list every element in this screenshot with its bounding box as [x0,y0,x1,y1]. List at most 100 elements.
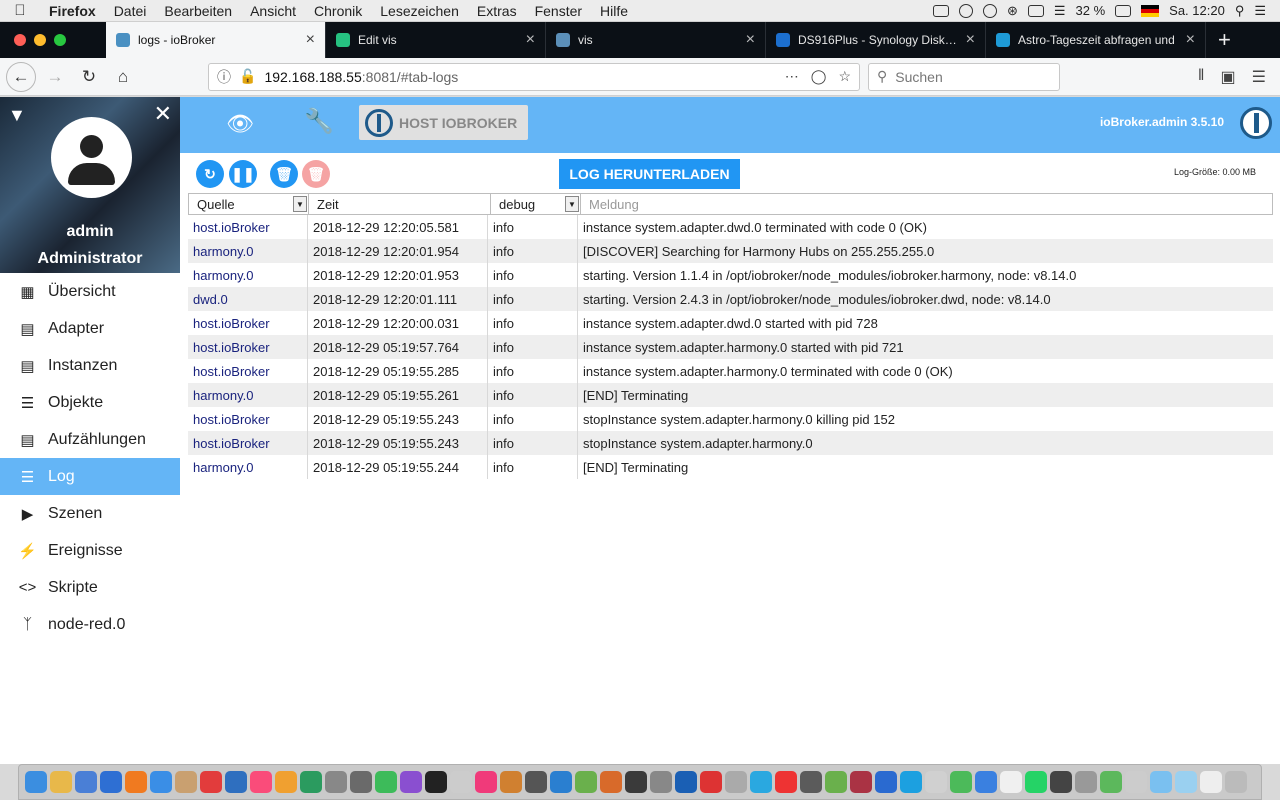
dock-app-icon[interactable] [300,771,322,793]
sidebar-item-node-red[interactable]: ᛉ node-red.0 [0,606,180,643]
close-sidebar-icon[interactable]: ✕ [154,101,172,127]
dock-app-icon[interactable] [1200,771,1222,793]
menu-extras[interactable]: Extras [468,3,526,19]
menu-datei[interactable]: Datei [105,3,156,19]
iobroker-menu-logo-icon[interactable]: ▼ [8,105,26,126]
close-tab-icon[interactable]: × [306,31,315,49]
close-tab-icon[interactable]: × [746,31,755,49]
globe-icon[interactable] [958,3,973,18]
dock-app-icon[interactable] [400,771,422,793]
dock-app-icon[interactable] [625,771,647,793]
sidebar-item-flash[interactable]: ⚡ Ereignisse [0,532,180,569]
page-actions-icon[interactable]: ⋯ [785,68,799,85]
sidebar-item-list[interactable]: ☰ Objekte [0,384,180,421]
dock-app-icon[interactable] [925,771,947,793]
reload-button[interactable]: ↻ [74,62,104,92]
wrench-icon[interactable]: 🔧 [304,107,334,136]
menu-hilfe[interactable]: Hilfe [591,3,637,19]
dock-app-icon[interactable] [275,771,297,793]
browser-tab[interactable]: vis × [546,22,766,58]
insecure-lock-icon[interactable]: 🔓 [239,68,256,85]
dock-app-icon[interactable] [325,771,347,793]
browser-tab[interactable]: logs - ioBroker × [106,22,326,58]
dock-app-icon[interactable] [700,771,722,793]
library-icon[interactable]: ‖ [1198,67,1205,87]
menu-ansicht[interactable]: Ansicht [241,3,305,19]
url-bar[interactable]: ⓘ 🔓 192.168.188.55 :8081/#tab-logs ⋯ ◯ ☆ [208,62,860,91]
dock-app-icon[interactable] [150,771,172,793]
close-window-button[interactable] [14,34,26,46]
dock-app-icon[interactable] [425,771,447,793]
clear-log-button[interactable]: 🗑 [270,160,298,188]
sidebar-item-code[interactable]: <> Skripte [0,569,180,606]
dock-app-icon[interactable] [75,771,97,793]
dock-app-icon[interactable] [1000,771,1022,793]
refresh-button[interactable]: ↻ [196,160,224,188]
sidebar-item-instances[interactable]: ▤ Instanzen [0,347,180,384]
dock-app-icon[interactable] [1125,771,1147,793]
eye-icon[interactable]: 👁 [226,111,254,137]
menubar-clock[interactable]: Sa. 12:20 [1169,3,1225,18]
sidebar-item-scenes[interactable]: ▶ Szenen [0,495,180,532]
dock-app-icon[interactable] [750,771,772,793]
battery-icon[interactable] [1115,4,1132,17]
dock-app-icon[interactable] [975,771,997,793]
hamburger-menu-icon[interactable]: ☰ [1252,67,1266,87]
time-machine-icon[interactable] [982,3,997,18]
minimize-window-button[interactable] [34,34,46,46]
chevron-down-icon[interactable]: ▼ [565,196,579,212]
dock-app-icon[interactable] [1225,771,1247,793]
search-input[interactable]: ⚲ Suchen [868,62,1060,91]
dock-app-icon[interactable] [1175,771,1197,793]
bookmark-star-icon[interactable]: ☆ [838,68,851,85]
home-button[interactable]: ⌂ [108,62,138,92]
sidebar-toggle-icon[interactable]: ▣ [1221,67,1236,87]
menu-chronik[interactable]: Chronik [305,3,371,19]
dock-app-icon[interactable] [525,771,547,793]
sidebar-item-log[interactable]: ☰ Log [0,458,180,495]
menu-bearbeiten[interactable]: Bearbeiten [155,3,241,19]
dock-app-icon[interactable] [950,771,972,793]
spotlight-search-icon[interactable]: ⚲ [1235,3,1245,19]
pause-button[interactable]: ❚❚ [229,160,257,188]
close-tab-icon[interactable]: × [1186,31,1195,49]
wifi-icon[interactable]: ☰ [1054,3,1066,19]
close-tab-icon[interactable]: × [966,31,975,49]
dock-app-icon[interactable] [900,771,922,793]
keyboard-icon[interactable] [1027,4,1044,17]
battery-text[interactable]: 32 % [1076,3,1106,18]
bluetooth-icon[interactable]: ⊛ [1007,3,1018,19]
dock-app-icon[interactable] [875,771,897,793]
dock-app-icon[interactable] [500,771,522,793]
close-tab-icon[interactable]: × [526,31,535,49]
chevron-down-icon[interactable]: ▼ [293,196,307,212]
dock-app-icon[interactable] [375,771,397,793]
dock-app-icon[interactable] [350,771,372,793]
dock-app-icon[interactable] [1050,771,1072,793]
site-info-icon[interactable]: ⓘ [217,67,231,87]
sidebar-item-grid[interactable]: ▦ Übersicht [0,273,180,310]
forward-button[interactable]: → [40,62,70,92]
dock-app-icon[interactable] [50,771,72,793]
sidebar-item-store[interactable]: ▤ Adapter [0,310,180,347]
dock-app-icon[interactable] [600,771,622,793]
dock-app-icon[interactable] [575,771,597,793]
browser-tab[interactable]: Astro-Tageszeit abfragen und × [986,22,1206,58]
menu-fenster[interactable]: Fenster [526,3,591,19]
dock-app-icon[interactable] [250,771,272,793]
notification-center-icon[interactable]: ☰ [1254,3,1266,19]
new-tab-button[interactable]: + [1206,22,1243,58]
pocket-icon[interactable]: ◯ [811,68,827,85]
dock-app-icon[interactable] [25,771,47,793]
dock-app-icon[interactable] [175,771,197,793]
dock-app-icon[interactable] [450,771,472,793]
browser-tab[interactable]: Edit vis × [326,22,546,58]
dock-app-icon[interactable] [1100,771,1122,793]
dock-app-icon[interactable] [1075,771,1097,793]
menu-firefox[interactable]: Firefox [40,3,105,19]
dock-app-icon[interactable] [225,771,247,793]
delete-log-button[interactable]: 🗑 [302,160,330,188]
apple-menu-icon[interactable]:  [0,2,40,19]
dropbox-icon[interactable] [932,4,949,17]
dock-app-icon[interactable] [1150,771,1172,793]
